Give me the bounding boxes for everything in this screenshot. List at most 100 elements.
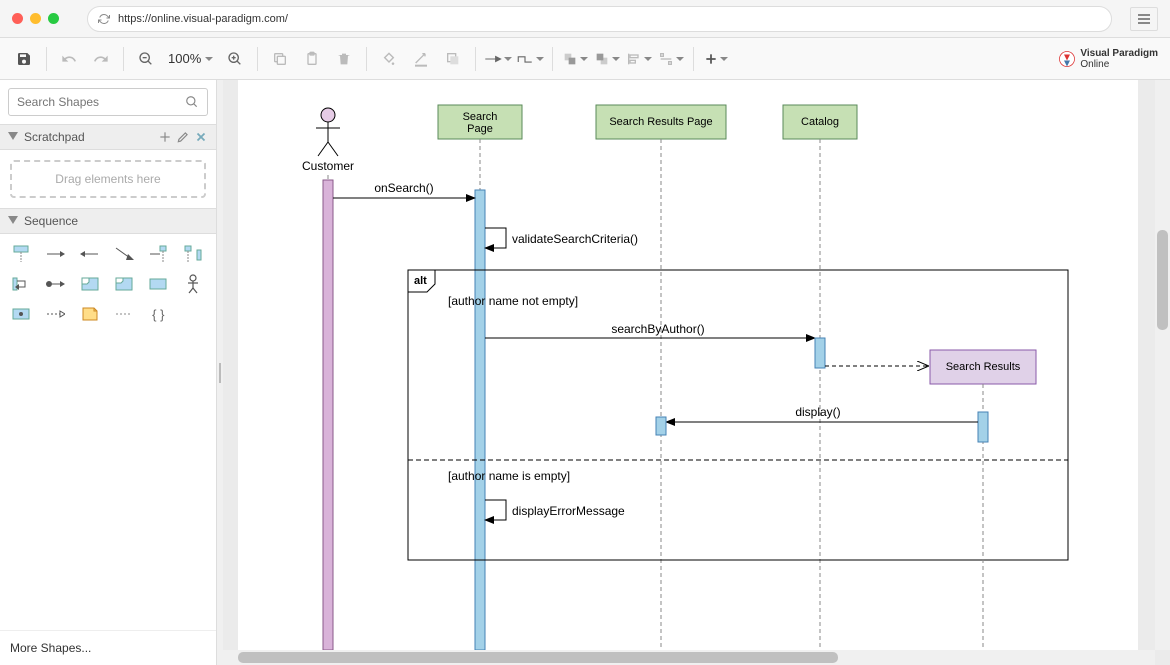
message-display[interactable]: display()	[656, 405, 988, 442]
object-label: Search Results	[946, 361, 1021, 373]
guard-2: [author name is empty]	[448, 469, 570, 483]
message-validate[interactable]: validateSearchCriteria()	[485, 228, 638, 248]
sequence-diagram: Customer SearchPage Search Results Page	[238, 80, 1138, 650]
paste-button[interactable]	[298, 45, 326, 73]
sequence-panel-header[interactable]: Sequence	[0, 208, 216, 234]
guard-1: [author name not empty]	[448, 294, 578, 308]
actor-label: Customer	[302, 159, 354, 173]
search-icon	[185, 95, 199, 109]
url-bar[interactable]: https://online.visual-paradigm.com/	[87, 6, 1112, 32]
actor-customer[interactable]: Customer	[302, 108, 354, 650]
message-label: onSearch()	[374, 181, 433, 195]
minimize-window-button[interactable]	[30, 13, 41, 24]
chevron-down-icon	[504, 57, 512, 61]
align-button[interactable]	[625, 45, 653, 73]
shape-activation[interactable]	[180, 242, 206, 266]
toolbar-separator	[257, 47, 258, 71]
add-icon[interactable]	[158, 130, 172, 144]
shape-self-message[interactable]	[8, 272, 34, 296]
shape-destroy[interactable]	[42, 272, 68, 296]
diagram-canvas[interactable]: Customer SearchPage Search Results Page	[238, 80, 1138, 665]
shape-search-input[interactable]	[17, 95, 185, 109]
shape-lifeline[interactable]	[8, 242, 34, 266]
shape-note[interactable]	[77, 302, 103, 326]
lifeline-search-results-page[interactable]: Search Results Page	[596, 105, 726, 650]
shape-rect[interactable]	[145, 272, 171, 296]
close-window-button[interactable]	[12, 13, 23, 24]
to-front-button[interactable]	[561, 45, 589, 73]
close-icon[interactable]	[194, 130, 208, 144]
shape-continuation[interactable]	[111, 302, 137, 326]
copy-button[interactable]	[266, 45, 294, 73]
connector-end-button[interactable]	[484, 45, 512, 73]
shape-actor[interactable]	[180, 272, 206, 296]
message-create-results[interactable]: Search Results	[825, 350, 1036, 650]
message-label: validateSearchCriteria()	[512, 232, 638, 246]
distribute-button[interactable]	[657, 45, 685, 73]
collapse-icon	[8, 216, 18, 226]
scratchpad-panel-header[interactable]: Scratchpad	[0, 124, 216, 150]
redo-button[interactable]	[87, 45, 115, 73]
delete-button[interactable]	[330, 45, 358, 73]
chevron-down-icon	[644, 57, 652, 61]
lifeline-search-page[interactable]: SearchPage	[438, 105, 522, 650]
zoom-in-button[interactable]	[221, 45, 249, 73]
shape-fragment[interactable]	[111, 272, 137, 296]
chevron-down-icon	[580, 57, 588, 61]
main-area: Scratchpad Drag elements here Sequence	[0, 80, 1170, 665]
toolbar-separator	[475, 47, 476, 71]
connector-style-button[interactable]	[516, 45, 544, 73]
vp-icon	[1058, 50, 1076, 68]
chevron-down-icon	[205, 57, 213, 61]
add-button[interactable]	[702, 45, 730, 73]
brand-name: Visual Paradigm	[1080, 48, 1158, 59]
zoom-out-button[interactable]	[132, 45, 160, 73]
shape-return[interactable]	[42, 302, 68, 326]
undo-button[interactable]	[55, 45, 83, 73]
more-shapes-link[interactable]: More Shapes...	[0, 630, 216, 665]
save-button[interactable]	[10, 45, 38, 73]
to-back-button[interactable]	[593, 45, 621, 73]
maximize-window-button[interactable]	[48, 13, 59, 24]
shape-found-message[interactable]	[145, 242, 171, 266]
browser-menu-button[interactable]	[1130, 7, 1158, 31]
message-on-search[interactable]: onSearch()	[333, 181, 475, 198]
scrollbar-thumb[interactable]	[238, 652, 838, 663]
chevron-down-icon	[676, 57, 684, 61]
horizontal-scrollbar[interactable]	[223, 650, 1155, 665]
shadow-button[interactable]	[439, 45, 467, 73]
edit-icon[interactable]	[176, 130, 190, 144]
line-color-button[interactable]	[407, 45, 435, 73]
zoom-level-text: 100%	[168, 51, 201, 66]
message-display-error[interactable]: displayErrorMessage	[485, 500, 625, 520]
shape-search-box[interactable]	[8, 88, 208, 116]
fill-color-button[interactable]	[375, 45, 403, 73]
message-label: displayErrorMessage	[512, 504, 625, 518]
scratchpad-title: Scratchpad	[24, 130, 85, 144]
message-search-by-author[interactable]: searchByAuthor()	[485, 322, 825, 368]
lifeline-catalog[interactable]: Catalog	[783, 105, 857, 650]
brand-logo[interactable]: Visual Paradigm Online	[1058, 48, 1158, 70]
browser-chrome: https://online.visual-paradigm.com/	[0, 0, 1170, 38]
reload-icon[interactable]	[98, 13, 110, 25]
shape-message-right[interactable]	[42, 242, 68, 266]
scratchpad-dropzone[interactable]: Drag elements here	[10, 160, 206, 198]
chevron-down-icon	[720, 57, 728, 61]
zoom-level-dropdown[interactable]: 100%	[164, 51, 217, 66]
toolbar-separator	[552, 47, 553, 71]
shape-message-diagonal[interactable]	[111, 242, 137, 266]
vertical-scrollbar[interactable]	[1155, 80, 1170, 650]
sequence-shapes-grid: { }	[0, 234, 216, 334]
scrollbar-thumb[interactable]	[1157, 230, 1168, 330]
window-controls	[12, 13, 59, 24]
shape-constraint[interactable]: { }	[145, 302, 171, 326]
shape-endpoint[interactable]	[8, 302, 34, 326]
shape-frame[interactable]	[77, 272, 103, 296]
fragment-alt[interactable]: alt [author name not empty] [author name…	[408, 270, 1068, 560]
message-label: searchByAuthor()	[611, 322, 704, 336]
shape-message-left[interactable]	[77, 242, 103, 266]
app-toolbar: 100%	[0, 38, 1170, 80]
toolbar-separator	[123, 47, 124, 71]
chevron-down-icon	[536, 57, 544, 61]
more-shapes-text: More Shapes...	[10, 641, 91, 655]
